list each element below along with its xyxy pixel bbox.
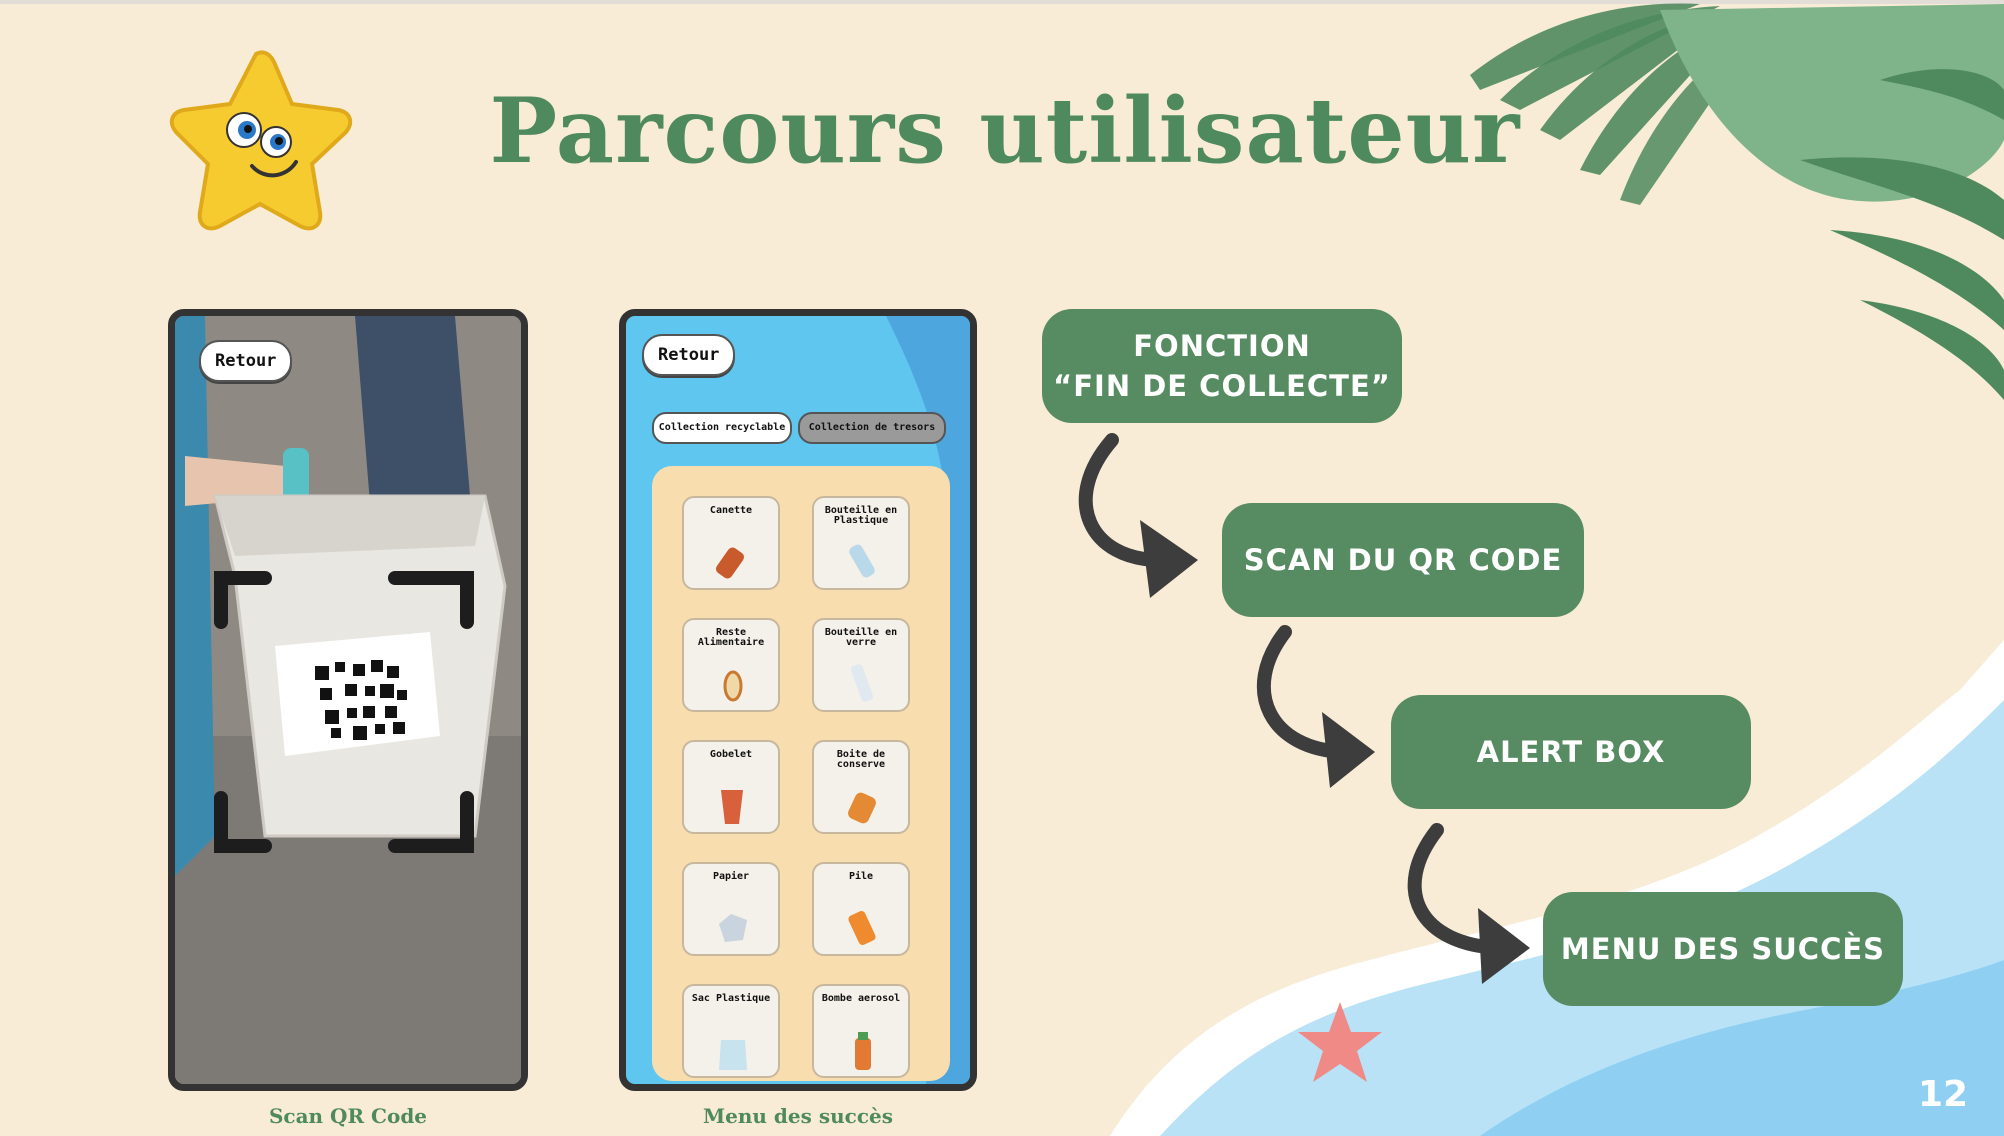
step-menu-succes: MENU DES SUCCÈS [1543, 892, 1903, 1006]
apple-core-icon [723, 670, 743, 702]
card-label: Gobelet [709, 749, 753, 760]
paper-icon [719, 914, 747, 942]
card-bouteille-plastique[interactable]: Bouteille en Plastique [812, 496, 910, 590]
step-label: ALERT BOX [1476, 735, 1666, 769]
glass-bottle-icon [850, 664, 874, 702]
star-mascot-icon [169, 50, 353, 231]
card-label: Bouteille en verre [824, 627, 898, 648]
card-label: Bombe aerosol [821, 993, 901, 1004]
step-label: MENU DES SUCCÈS [1560, 932, 1886, 966]
menu-caption: Menu des succès [703, 1104, 893, 1128]
can-icon [715, 547, 745, 579]
aerosol-icon [855, 1032, 871, 1070]
phone-scan-mockup: Retour [168, 309, 528, 1091]
success-grid: Canette Bouteille en Plastique Reste Ali… [652, 466, 950, 1081]
card-canette[interactable]: Canette [682, 496, 780, 590]
monstera-leaf [1660, 4, 2004, 202]
card-label: Papier [712, 871, 750, 882]
card-reste-alimentaire[interactable]: Reste Alimentaire [682, 618, 780, 712]
step-fin-de-collecte: FONCTION “FIN DE COLLECTE” [1042, 309, 1402, 423]
battery-icon [848, 911, 876, 945]
plastic-bag-icon [719, 1040, 747, 1070]
page-title: Parcours utilisateur [489, 78, 1521, 184]
back-button[interactable]: Retour [199, 340, 293, 382]
card-label: Sac Plastique [691, 993, 771, 1004]
phone-menu-mockup: Retour Collection recyclable Collection … [619, 309, 977, 1091]
card-label: Boite de conserve [836, 749, 886, 770]
step-label: SCAN DU QR CODE [1243, 543, 1563, 577]
card-label: Canette [709, 505, 753, 516]
card-pile[interactable]: Pile [812, 862, 910, 956]
slide: Parcours utilisateur Retour Scan QR Code… [0, 0, 2004, 1136]
card-bombe-aerosol[interactable]: Bombe aerosol [812, 984, 910, 1078]
tin-can-icon [848, 792, 876, 824]
card-papier[interactable]: Papier [682, 862, 780, 956]
beach-photo [175, 316, 521, 1084]
card-bouteille-verre[interactable]: Bouteille en verre [812, 618, 910, 712]
back-button[interactable]: Retour [642, 334, 736, 376]
card-boite-conserve[interactable]: Boite de conserve [812, 740, 910, 834]
step-label: “FIN DE COLLECTE” [1053, 369, 1391, 403]
card-gobelet[interactable]: Gobelet [682, 740, 780, 834]
tab-tresors[interactable]: Collection de tresors [798, 412, 946, 444]
cup-icon [721, 790, 743, 824]
scan-caption: Scan QR Code [268, 1104, 428, 1128]
card-label: Pile [848, 871, 874, 882]
page-number: 12 [1918, 1074, 1969, 1115]
step-alert-box: ALERT BOX [1391, 695, 1751, 809]
plastic-bottle-icon [849, 544, 875, 578]
card-label: Reste Alimentaire [697, 627, 765, 648]
step-scan-qr: SCAN DU QR CODE [1222, 503, 1584, 617]
step-label: FONCTION [1133, 329, 1311, 363]
tab-recyclable[interactable]: Collection recyclable [652, 412, 792, 444]
card-label: Bouteille en Plastique [824, 505, 898, 526]
card-sac-plastique[interactable]: Sac Plastique [682, 984, 780, 1078]
